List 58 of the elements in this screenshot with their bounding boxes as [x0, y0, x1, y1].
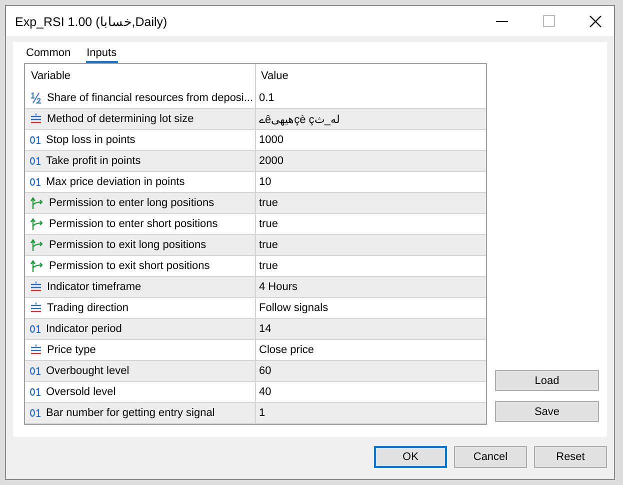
variable-value[interactable]: 2000 — [259, 155, 284, 167]
variable-name: Stop loss in points — [46, 134, 136, 146]
variable-name: Take profit in points — [46, 155, 141, 167]
branch-arrow-icon — [30, 238, 44, 252]
variable-value[interactable]: 1 — [259, 407, 266, 419]
variable-name: Max price deviation in points — [46, 176, 185, 188]
integer-icon — [30, 325, 41, 333]
variable-value[interactable]: ےêهيهىçè çله_ث — [259, 112, 340, 126]
integer-icon — [30, 409, 41, 417]
integer-icon — [30, 157, 41, 165]
variable-name: Price type — [47, 344, 96, 356]
variable-value[interactable]: true — [259, 239, 278, 251]
variable-value[interactable]: Close price — [259, 344, 314, 356]
variable-value[interactable]: 0.1 — [259, 92, 274, 104]
variable-name: Indicator timeframe — [47, 281, 142, 293]
variable-value[interactable]: 1000 — [259, 134, 284, 146]
column-header: Value — [260, 69, 290, 84]
fraction-icon — [30, 92, 42, 104]
integer-icon — [30, 136, 41, 144]
variable-value[interactable]: true — [259, 218, 278, 230]
dialog-button[interactable]: Reset — [534, 446, 607, 468]
variable-value[interactable]: 40 — [259, 386, 272, 398]
column-header: Variable — [25, 64, 256, 88]
variable-value[interactable]: 14 — [259, 323, 272, 335]
variable-name: Bar number for getting entry signal — [46, 407, 215, 419]
branch-arrow-icon — [30, 196, 44, 210]
variable-value[interactable]: 60 — [259, 365, 272, 377]
variable-name: Permission to enter long positions — [49, 197, 214, 209]
dialog-button[interactable]: Cancel — [454, 446, 527, 468]
variable-name: Indicator period — [46, 323, 122, 335]
branch-arrow-icon — [30, 218, 44, 230]
integer-icon — [30, 388, 41, 396]
side-button[interactable]: Load — [495, 370, 599, 391]
list-icon — [30, 302, 42, 314]
variable-name: Overbought level — [46, 365, 130, 377]
close-icon[interactable] — [589, 14, 602, 28]
variable-value[interactable]: 4 Hours — [259, 281, 298, 293]
variable-name: Permission to enter short positions — [49, 218, 218, 230]
list-icon — [30, 113, 42, 125]
variable-name: Permission to exit short positions — [49, 260, 210, 272]
variable-value[interactable]: 10 — [259, 176, 272, 188]
variable-value[interactable]: true — [259, 197, 278, 209]
tab[interactable]: Common — [25, 45, 72, 63]
variable-name: Trading direction — [47, 302, 129, 314]
variable-name: Method of determining lot size — [47, 113, 194, 125]
dialog-button[interactable]: OK — [374, 446, 447, 468]
list-icon — [30, 281, 42, 293]
integer-icon — [30, 178, 41, 186]
variable-value[interactable]: true — [259, 260, 278, 272]
window-title: Exp_RSI 1.00 (خسابا,Daily) — [15, 14, 168, 28]
variable-name: Permission to exit long positions — [49, 239, 206, 251]
list-icon — [30, 344, 42, 356]
variable-name: Share of financial resources from deposi... — [47, 92, 254, 104]
variable-value[interactable]: Follow signals — [259, 302, 328, 314]
side-button[interactable]: Save — [495, 401, 599, 422]
integer-icon — [30, 367, 41, 375]
branch-arrow-icon — [30, 260, 44, 272]
variable-name: Oversold level — [46, 386, 116, 398]
